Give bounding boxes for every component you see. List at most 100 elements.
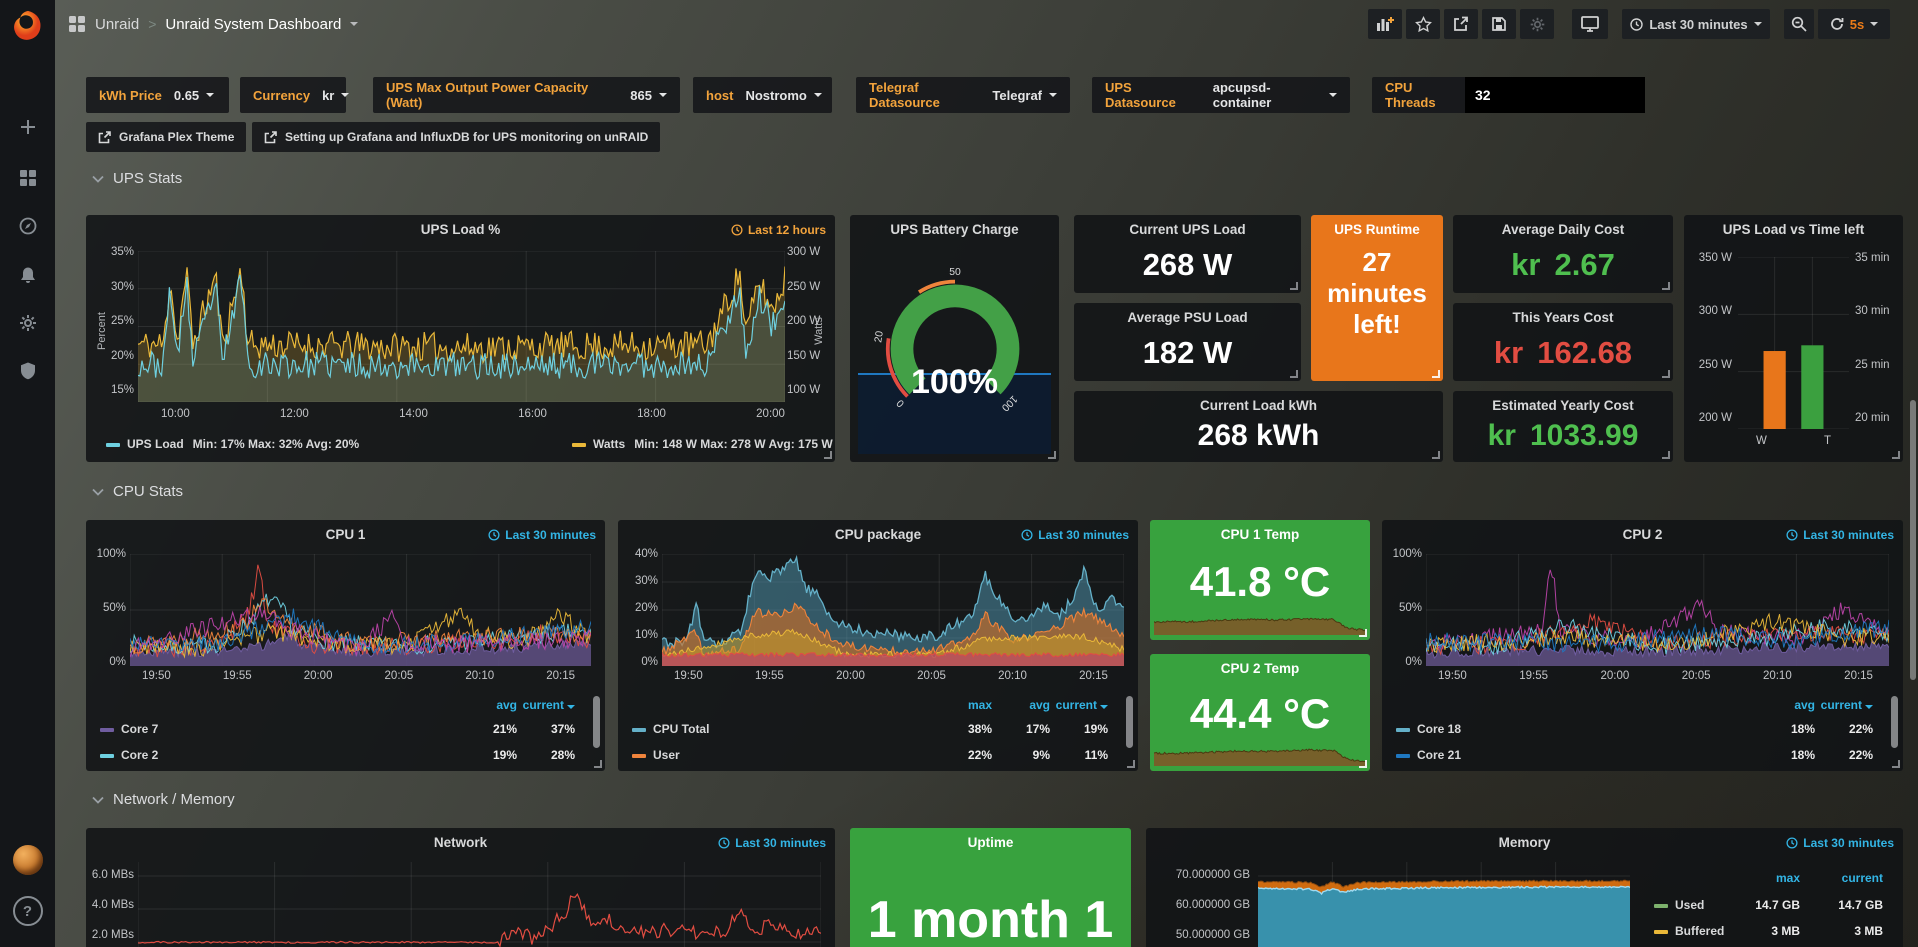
variable-value-dropdown[interactable]: Telegraf [992, 88, 1057, 103]
chart-area[interactable] [1258, 862, 1630, 947]
legend-row[interactable]: Core 2 19% 28% [100, 748, 591, 766]
resize-handle[interactable] [1662, 451, 1670, 459]
legend-row[interactable]: CPU Total 38% 17% 19% [632, 722, 1124, 740]
panel-title[interactable]: Uptime [850, 835, 1131, 850]
link-ups-monitoring-guide[interactable]: Setting up Grafana and InfluxDB for UPS … [252, 122, 660, 152]
variable-value-dropdown[interactable]: apcupsd-container [1213, 80, 1337, 110]
dashboard-caret-icon[interactable] [350, 22, 358, 26]
variable-value-dropdown[interactable]: 865 [630, 88, 667, 103]
breadcrumb-app[interactable]: Unraid [95, 16, 139, 33]
legend-header-max[interactable]: max [930, 698, 992, 712]
dashboard-picker-icon[interactable] [68, 15, 86, 33]
share-button[interactable] [1444, 9, 1478, 39]
cpu-threads-input[interactable] [1465, 77, 1645, 113]
panel-title[interactable]: UPS Load % [86, 222, 835, 237]
resize-handle[interactable] [1432, 370, 1440, 378]
legend-scrollbar[interactable] [1126, 696, 1133, 748]
panel-title[interactable]: Average PSU Load [1074, 310, 1301, 325]
cycle-view-monitor-icon[interactable] [1572, 9, 1608, 39]
section-cpu-stats[interactable]: CPU Stats [92, 483, 183, 500]
legend-header-current[interactable]: current [1811, 698, 1873, 712]
legend-row[interactable]: Buffered 3 MB 3 MB [1654, 924, 1889, 942]
legend-scrollbar[interactable] [1891, 696, 1898, 748]
add-panel-button[interactable] [1368, 9, 1402, 39]
legend-header-avg[interactable]: avg [988, 698, 1050, 712]
star-button[interactable] [1406, 9, 1440, 39]
legend-header-current[interactable]: current [1046, 698, 1108, 712]
resize-handle[interactable] [1359, 629, 1367, 637]
dashboards-icon[interactable] [0, 168, 55, 188]
legend-row[interactable]: User 22% 9% 11% [632, 748, 1124, 766]
panel-time-range[interactable]: Last 30 minutes [488, 528, 596, 542]
page-title[interactable]: Unraid System Dashboard [165, 16, 341, 33]
resize-handle[interactable] [1432, 451, 1440, 459]
resize-handle[interactable] [1662, 282, 1670, 290]
panel-title[interactable]: CPU 2 Temp [1150, 661, 1370, 676]
variable-value-dropdown[interactable]: kr [322, 88, 349, 103]
legend-max: 38% [930, 722, 992, 736]
legend-scrollbar[interactable] [593, 696, 600, 748]
resize-handle[interactable] [824, 451, 832, 459]
legend-header-avg[interactable]: avg [1753, 698, 1815, 712]
zoom-out-button[interactable] [1784, 9, 1814, 39]
resize-handle[interactable] [1892, 760, 1900, 768]
variable-value-dropdown[interactable]: Nostromo [745, 88, 821, 103]
panel-title[interactable]: CPU 1 Temp [1150, 527, 1370, 542]
legend-header-max[interactable]: max [1738, 871, 1800, 885]
chart-area[interactable] [1738, 257, 1849, 429]
server-admin-shield-icon[interactable] [0, 361, 55, 381]
resize-handle[interactable] [594, 760, 602, 768]
resize-handle[interactable] [1290, 370, 1298, 378]
stat-value: kr1033.99 [1453, 419, 1673, 453]
refresh-picker[interactable]: 5s [1818, 9, 1890, 39]
panel-title[interactable]: Current UPS Load [1074, 222, 1301, 237]
panel-title[interactable]: UPS Load vs Time left [1684, 222, 1903, 237]
link-grafana-plex-theme[interactable]: Grafana Plex Theme [86, 122, 246, 152]
chart-area[interactable] [138, 862, 821, 947]
panel-time-range[interactable]: Last 30 minutes [1786, 528, 1894, 542]
legend-header-current[interactable]: current [513, 698, 575, 712]
page-scrollbar[interactable] [1910, 400, 1916, 680]
panel-time-range[interactable]: Last 30 minutes [718, 836, 826, 850]
panel-title[interactable]: Average Daily Cost [1453, 222, 1673, 237]
legend-header-current[interactable]: current [1821, 871, 1883, 885]
panel-title[interactable]: Estimated Yearly Cost [1453, 398, 1673, 413]
panel-title[interactable]: This Years Cost [1453, 310, 1673, 325]
resize-handle[interactable] [1662, 370, 1670, 378]
resize-handle[interactable] [1892, 451, 1900, 459]
legend-row[interactable]: Used 14.7 GB 14.7 GB [1654, 898, 1889, 916]
legend-header-avg[interactable]: avg [455, 698, 517, 712]
legend-row[interactable]: Core 7 21% 37% [100, 722, 591, 740]
alerting-bell-icon[interactable] [0, 265, 55, 285]
legend-row[interactable]: Core 21 18% 22% [1396, 748, 1889, 766]
chart-area[interactable] [662, 554, 1124, 666]
dashboard-settings-button[interactable] [1520, 9, 1554, 39]
resize-handle[interactable] [1290, 282, 1298, 290]
legend-item-watts[interactable]: WattsMin: 148 W Max: 278 W Avg: 175 W [572, 437, 833, 451]
chart-area[interactable] [1426, 554, 1889, 666]
chart-area[interactable] [138, 251, 785, 402]
section-network-memory[interactable]: Network / Memory [92, 791, 235, 808]
resize-handle[interactable] [1048, 451, 1056, 459]
resize-handle[interactable] [1127, 760, 1135, 768]
time-range-picker[interactable]: Last 30 minutes [1622, 9, 1770, 39]
legend-row[interactable]: Core 18 18% 22% [1396, 722, 1889, 740]
resize-handle[interactable] [1359, 760, 1367, 768]
user-avatar[interactable] [0, 845, 55, 875]
panel-time-range[interactable]: Last 30 minutes [1786, 836, 1894, 850]
configuration-gear-icon[interactable] [0, 313, 55, 333]
section-ups-stats[interactable]: UPS Stats [92, 170, 182, 187]
panel-title[interactable]: UPS Battery Charge [850, 222, 1059, 237]
chart-area[interactable] [130, 554, 591, 666]
panel-title[interactable]: UPS Runtime [1311, 222, 1443, 237]
legend-item-ups-load[interactable]: UPS LoadMin: 17% Max: 32% Avg: 20% [106, 437, 359, 451]
create-icon[interactable] [0, 117, 55, 137]
explore-icon[interactable] [0, 216, 55, 236]
help-icon[interactable]: ? [0, 896, 55, 926]
save-button[interactable] [1482, 9, 1516, 39]
grafana-logo[interactable] [0, 8, 55, 46]
panel-title[interactable]: Current Load kWh [1074, 398, 1443, 413]
panel-time-range[interactable]: Last 30 minutes [1021, 528, 1129, 542]
variable-value-dropdown[interactable]: 0.65 [174, 88, 214, 103]
panel-time-range[interactable]: Last 12 hours [731, 223, 826, 237]
